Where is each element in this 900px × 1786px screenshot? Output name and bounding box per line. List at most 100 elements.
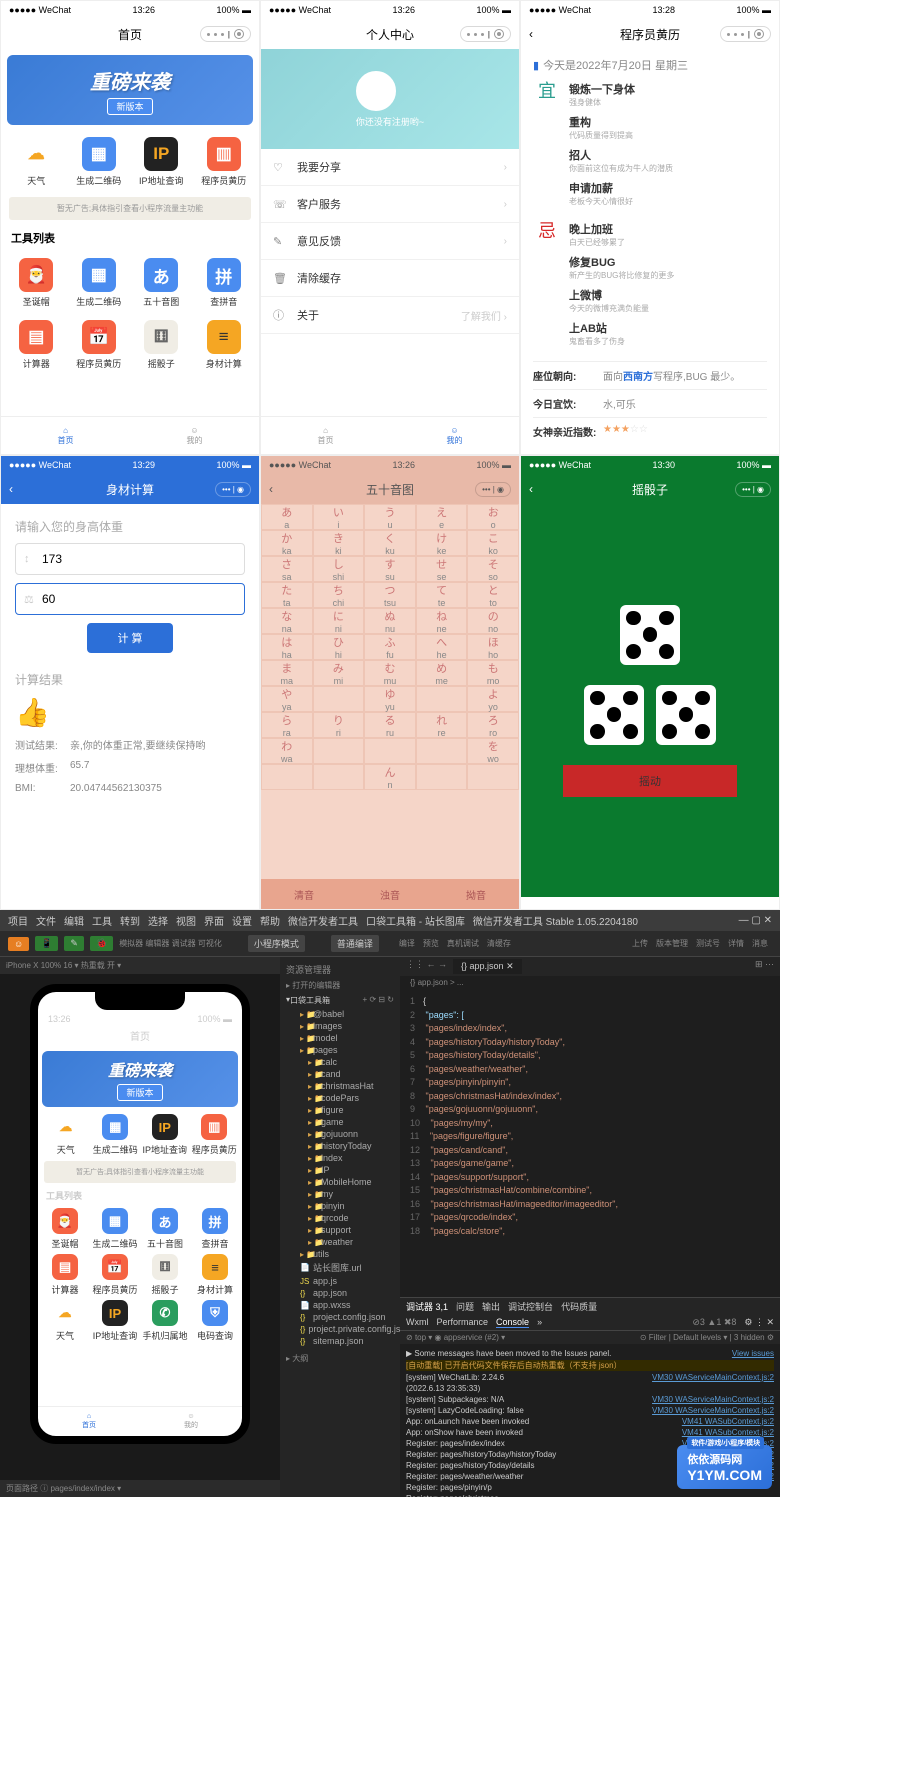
capsule-menu[interactable]: | bbox=[720, 26, 771, 42]
tree-item[interactable]: ▸ 📁my bbox=[284, 1188, 396, 1200]
console-gear-icon[interactable]: ⚙ ⋮ ✕ bbox=[744, 1317, 774, 1328]
kana-cell[interactable] bbox=[313, 764, 365, 790]
toolbar-sim[interactable]: 📱 bbox=[35, 936, 58, 951]
tool-item[interactable]: ⛨电码查询 bbox=[190, 1300, 240, 1342]
back-icon[interactable]: ‹ bbox=[9, 482, 13, 496]
toolbar-action[interactable]: 预览 bbox=[423, 939, 439, 948]
tool-item[interactable]: あ五十音图 bbox=[140, 1208, 190, 1250]
kana-cell[interactable]: うu bbox=[364, 504, 416, 530]
tree-item[interactable]: JSapp.js bbox=[284, 1275, 396, 1287]
kana-cell[interactable]: もmo bbox=[467, 660, 519, 686]
tool-item[interactable]: ▦生成二维码 bbox=[74, 258, 124, 308]
toolbar-editor[interactable]: ✎ bbox=[64, 936, 84, 951]
kana-cell[interactable]: えe bbox=[416, 504, 468, 530]
weight-input[interactable]: ⚖ bbox=[15, 583, 245, 615]
height-input[interactable]: ↕ bbox=[15, 543, 245, 575]
menu-item[interactable]: 工具 bbox=[92, 917, 112, 928]
tab-home[interactable]: ⌂首页 bbox=[1, 417, 130, 454]
tab-my[interactable]: ☺我的 bbox=[390, 417, 519, 454]
code-area[interactable]: 1{2 "pages": [3 "pages/index/index",4 "p… bbox=[400, 989, 780, 1297]
kana-cell[interactable]: ろro bbox=[467, 712, 519, 738]
tool-item[interactable]: あ五十音图 bbox=[136, 258, 186, 308]
kana-cell[interactable]: そso bbox=[467, 556, 519, 582]
kana-cell[interactable]: へhe bbox=[416, 634, 468, 660]
tool-item[interactable]: ▥程序员黄历 bbox=[190, 1114, 240, 1156]
tree-item[interactable]: ▸ 📁IP bbox=[284, 1164, 396, 1176]
sim-footer[interactable]: 页面路径 ⓘ pages/index/index ▾ bbox=[0, 1480, 280, 1497]
tree-item[interactable]: ▸ 📁qrcode bbox=[284, 1212, 396, 1224]
capsule-menu[interactable]: ••• | ◉ bbox=[215, 482, 251, 497]
menu-item[interactable]: ⓘ关于了解我们 › bbox=[261, 297, 519, 334]
tree-item[interactable]: ▸ 📁historyToday bbox=[284, 1140, 396, 1152]
hero-banner[interactable]: 重磅来袭 新版本 bbox=[7, 55, 253, 125]
tab-youon[interactable]: 拗音 bbox=[466, 887, 486, 902]
menu-item[interactable]: 微信开发者工具 Stable 1.05.2204180 bbox=[473, 917, 638, 928]
tool-item[interactable]: 📅程序员黄历 bbox=[74, 320, 124, 370]
menu-item[interactable]: 微信开发者工具 bbox=[288, 917, 358, 928]
capsule-menu[interactable]: | bbox=[460, 26, 511, 42]
toolbar-action[interactable]: 真机调试 bbox=[447, 939, 479, 948]
kana-cell[interactable]: ねne bbox=[416, 608, 468, 634]
tab-seion[interactable]: 清音 bbox=[294, 887, 314, 902]
tree-item[interactable]: ▸ 📁cand bbox=[284, 1068, 396, 1080]
mode-select[interactable]: 小程序模式 bbox=[248, 935, 305, 952]
tool-item[interactable]: 🎅圣诞帽 bbox=[40, 1208, 90, 1250]
kana-cell[interactable]: ほho bbox=[467, 634, 519, 660]
menu-item[interactable]: 视图 bbox=[176, 917, 196, 928]
calc-button[interactable]: 计 算 bbox=[87, 623, 172, 653]
kana-cell[interactable]: さsa bbox=[261, 556, 313, 582]
kana-cell[interactable]: ちchi bbox=[313, 582, 365, 608]
toolbar-action[interactable]: 版本管理 bbox=[656, 939, 688, 948]
kana-cell[interactable]: にni bbox=[313, 608, 365, 634]
toolbar-action[interactable]: 消息 bbox=[752, 939, 768, 948]
tool-item[interactable]: ☁天气 bbox=[11, 137, 61, 187]
menu-item[interactable]: 编辑 bbox=[64, 917, 84, 928]
kana-cell[interactable]: きki bbox=[313, 530, 365, 556]
tree-item[interactable]: ▸ 📁index bbox=[284, 1152, 396, 1164]
kana-cell[interactable]: らra bbox=[261, 712, 313, 738]
kana-cell[interactable]: いi bbox=[313, 504, 365, 530]
tool-item[interactable]: ☁天气 bbox=[41, 1114, 91, 1156]
tree-item[interactable]: ▸ 📁images bbox=[284, 1020, 396, 1032]
kana-cell[interactable] bbox=[313, 686, 365, 712]
kana-cell[interactable]: んn bbox=[364, 764, 416, 790]
menu-item[interactable]: 项目 bbox=[8, 917, 28, 928]
tab-dakuon[interactable]: 浊音 bbox=[380, 887, 400, 902]
tree-item[interactable]: ▸ 📁calc bbox=[284, 1056, 396, 1068]
capsule-menu[interactable]: ••• | ◉ bbox=[735, 482, 771, 497]
tree-item[interactable]: ▸ 📁christmasHat bbox=[284, 1080, 396, 1092]
menu-item[interactable]: 🗑清除缓存 bbox=[261, 260, 519, 297]
tab-home[interactable]: ⌂首页 bbox=[261, 417, 390, 454]
kana-cell[interactable]: りri bbox=[313, 712, 365, 738]
tree-item[interactable]: ▸ 📁pinyin bbox=[284, 1200, 396, 1212]
editor-tab-active[interactable]: {} app.json ✕ bbox=[453, 959, 522, 974]
kana-cell[interactable]: けke bbox=[416, 530, 468, 556]
compile-select[interactable]: 普通编译 bbox=[331, 935, 379, 952]
kana-cell[interactable]: なna bbox=[261, 608, 313, 634]
console-subtab[interactable]: » bbox=[537, 1317, 542, 1327]
sim-info[interactable]: iPhone X 100% 16 ▾ 热重载 开 ▾ bbox=[0, 957, 280, 974]
tree-item[interactable]: ▸ 📁model bbox=[284, 1032, 396, 1044]
kana-cell[interactable]: しshi bbox=[313, 556, 365, 582]
tool-item[interactable]: IPIP地址查询 bbox=[90, 1300, 140, 1342]
console-subtab[interactable]: Performance bbox=[437, 1317, 489, 1327]
kana-cell[interactable]: めme bbox=[416, 660, 468, 686]
console-tab[interactable]: 问题 bbox=[456, 1300, 474, 1313]
tool-item[interactable]: 🎅圣诞帽 bbox=[11, 258, 61, 308]
kana-cell[interactable]: やya bbox=[261, 686, 313, 712]
tree-item[interactable]: ▸ 📁utils bbox=[284, 1248, 396, 1260]
tool-item[interactable]: ✆手机归属地 bbox=[140, 1300, 190, 1342]
tool-item[interactable]: IPIP地址查询 bbox=[140, 1114, 190, 1156]
kana-cell[interactable]: ぬnu bbox=[364, 608, 416, 634]
kana-cell[interactable]: あa bbox=[261, 504, 313, 530]
menu-item[interactable]: 口袋工具箱 - 站长图库 bbox=[366, 917, 465, 928]
kana-cell[interactable]: つtsu bbox=[364, 582, 416, 608]
tool-item[interactable]: ⚅摇骰子 bbox=[140, 1254, 190, 1296]
tree-item[interactable]: ▸ 📁weather bbox=[284, 1236, 396, 1248]
tree-item[interactable]: 📄app.wxss bbox=[284, 1299, 396, 1311]
kana-cell[interactable]: くku bbox=[364, 530, 416, 556]
tree-item[interactable]: ▸ 📁game bbox=[284, 1116, 396, 1128]
tree-item[interactable]: ▸ 📁MobileHome bbox=[284, 1176, 396, 1188]
toolbar-user[interactable]: ☺ bbox=[8, 937, 29, 951]
menu-item[interactable]: 帮助 bbox=[260, 917, 280, 928]
